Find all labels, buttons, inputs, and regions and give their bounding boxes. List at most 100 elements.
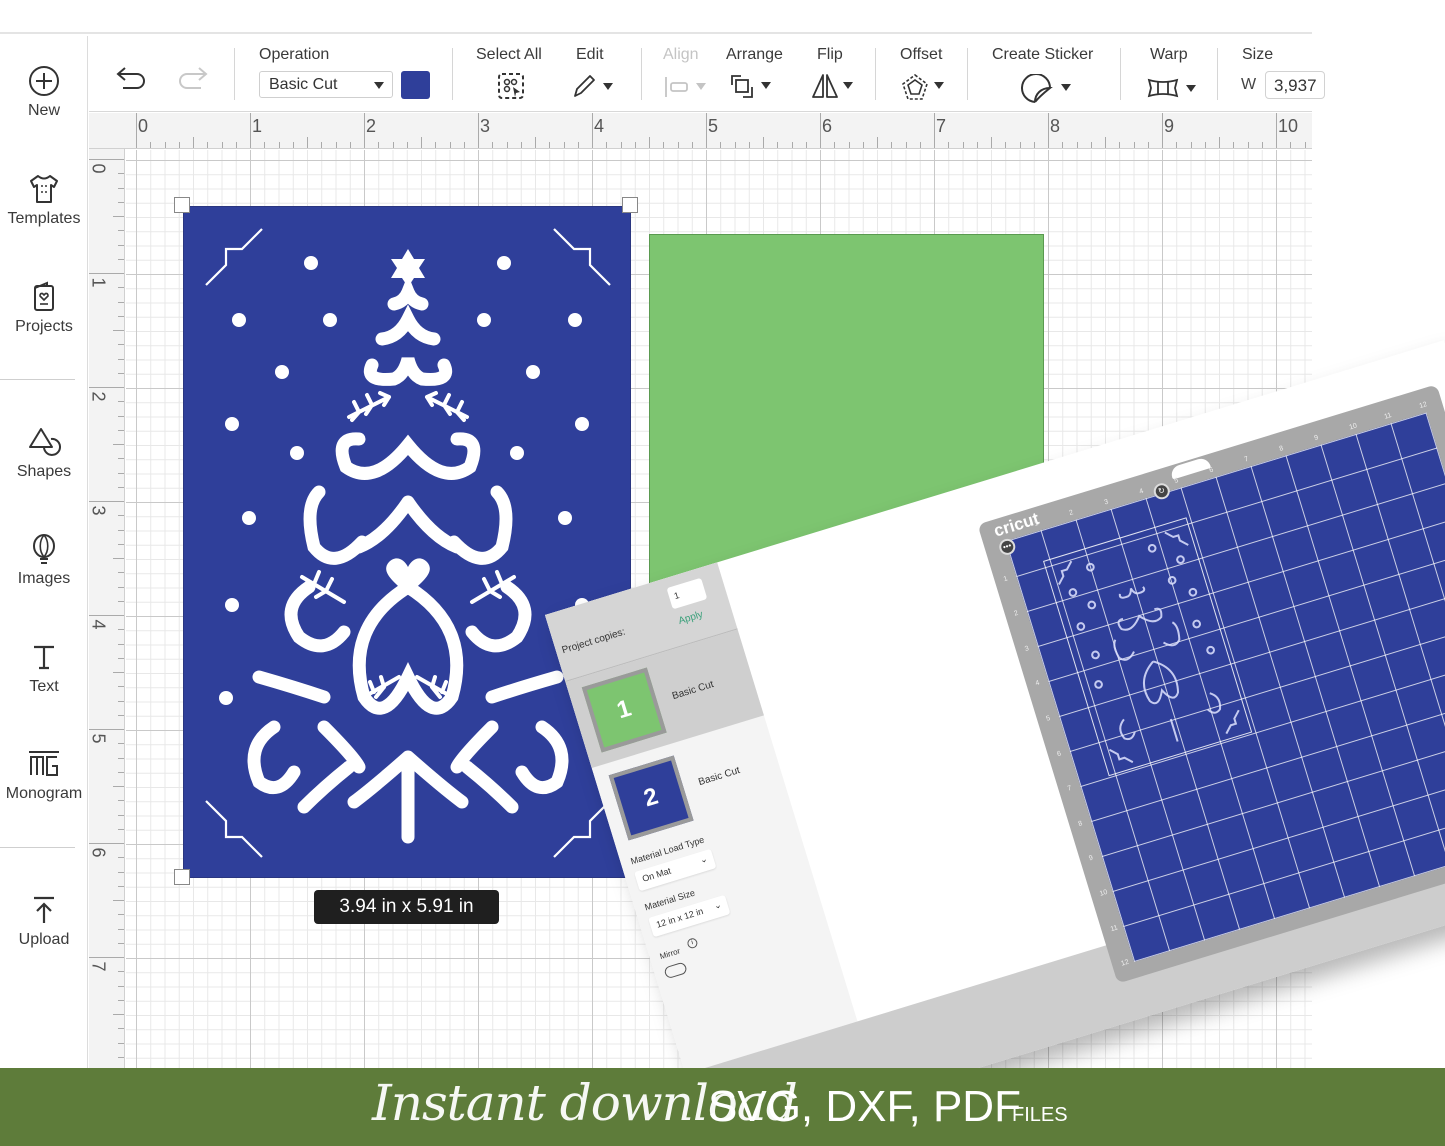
operation-color-swatch[interactable] [401, 71, 430, 99]
pencil-icon [574, 75, 595, 97]
mat-top-number: 6 [1208, 466, 1215, 475]
ruler-tick [649, 137, 650, 148]
ruler-tick [118, 771, 124, 773]
ruler-tick [118, 1042, 124, 1044]
sidebar-item-shapes[interactable]: Shapes [0, 425, 88, 481]
ruler-tick [1147, 142, 1149, 148]
project-copies-input[interactable]: 1 [666, 577, 708, 610]
selection-handle-bottom-left[interactable] [174, 869, 190, 885]
selection-handle-top-left[interactable] [174, 197, 190, 213]
ruler-tick [805, 142, 807, 148]
warp-button[interactable] [1147, 76, 1197, 102]
mat-top-number: 4 [1138, 487, 1145, 496]
ruler-tick [118, 472, 124, 474]
ruler-tick [118, 258, 124, 260]
ruler-tick [862, 142, 864, 148]
ruler-tick [976, 142, 978, 148]
ruler-tick [118, 971, 124, 973]
ruler-tick [1204, 142, 1206, 148]
chevron-down-icon [696, 83, 706, 90]
edit-button[interactable] [571, 72, 617, 100]
mat-left-number: 7 [1066, 784, 1073, 793]
ruler-tick [463, 142, 465, 148]
ruler-tick [378, 142, 380, 148]
ruler-tick [421, 137, 422, 148]
flip-button[interactable] [811, 72, 857, 100]
ruler-left-label: 7 [89, 961, 109, 972]
ruler-tick [118, 985, 124, 987]
mirror-toggle[interactable] [663, 961, 688, 980]
ruler-tick [1290, 142, 1292, 148]
selection-handle-top-right[interactable] [622, 197, 638, 213]
ruler-tick [118, 714, 124, 716]
ruler-tick [677, 142, 679, 148]
sidebar-item-upload[interactable]: Upload [0, 893, 88, 949]
ruler-tick [663, 142, 665, 148]
ruler-tick [406, 142, 408, 148]
sidebar-item-images[interactable]: Images [0, 532, 88, 588]
mat-left-number: 1 [1002, 574, 1009, 583]
ruler-tick [506, 142, 508, 148]
sidebar-item-templates[interactable]: Templates [0, 172, 88, 228]
redo-icon[interactable] [175, 62, 209, 92]
ruler-tick [1304, 142, 1306, 148]
ruler-tick [113, 900, 124, 901]
sidebar-item-text[interactable]: Text [0, 640, 88, 696]
flip-icon [812, 74, 838, 98]
sidebar-item-monogram[interactable]: Monogram [0, 747, 88, 803]
apply-button[interactable]: Apply [677, 609, 704, 627]
ruler-tick [118, 757, 124, 759]
ruler-tick [118, 1028, 124, 1030]
offset-button[interactable] [901, 73, 947, 101]
ruler-tick [118, 1056, 124, 1058]
upload-icon [34, 896, 54, 923]
sidebar-divider [0, 847, 75, 848]
ruler-tick [118, 643, 124, 645]
create-sticker-button[interactable] [1021, 74, 1071, 104]
select-all-icon[interactable] [497, 72, 525, 100]
align-label: Align [663, 46, 699, 63]
chevron-down-icon [1061, 84, 1071, 91]
mat-left-number: 11 [1109, 923, 1119, 933]
ruler-tick [734, 142, 736, 148]
shapes-icon [29, 428, 61, 456]
christmas-tree-card-design[interactable] [183, 206, 631, 878]
mat-thumbnail-2[interactable]: 2 [608, 755, 694, 841]
undo-icon[interactable] [115, 62, 149, 92]
sidebar-item-new[interactable]: New [0, 64, 88, 120]
ruler-tick [278, 142, 280, 148]
mat-design-artwork [1058, 531, 1240, 764]
ruler-tick [118, 372, 124, 374]
mat-grid [1005, 412, 1445, 962]
width-input[interactable]: 3,937 [1265, 71, 1325, 99]
ruler-tick [178, 142, 180, 148]
mat-top-number: 5 [1173, 477, 1180, 485]
ruler-tick [118, 871, 124, 873]
ruler-tick [118, 187, 124, 189]
arrange-button[interactable] [729, 73, 775, 101]
ruler-tick [634, 142, 636, 148]
mat-left-number: 12 [1120, 958, 1130, 968]
mat-left-number: 5 [1045, 714, 1052, 723]
ruler-tick [706, 113, 707, 148]
ruler-tick [118, 315, 124, 317]
ruler-tick [118, 344, 124, 346]
ruler-tick [1062, 142, 1064, 148]
mat-2-label: Basic Cut [697, 765, 742, 789]
mat-top-number: 7 [1243, 455, 1250, 464]
align-button[interactable] [663, 74, 709, 100]
chevron-down-icon [934, 82, 944, 89]
toolbar-divider [1120, 48, 1121, 100]
plus-circle-icon [29, 66, 59, 96]
operation-select[interactable]: Basic Cut [259, 71, 393, 98]
ruler-tick [492, 142, 494, 148]
mat-top-number: 3 [1103, 498, 1110, 507]
sidebar-item-projects[interactable]: Projects [0, 280, 88, 336]
ruler-tick [164, 142, 166, 148]
ruler-tick [335, 142, 337, 148]
mat-design-outline[interactable] [1042, 517, 1253, 777]
ruler-top-label: 5 [708, 116, 719, 136]
toolbar-divider [1217, 48, 1218, 100]
ruler-left-label: 6 [89, 847, 109, 858]
promo-banner: Instant download SVG, DXF, PDF FILES [0, 1068, 1445, 1146]
